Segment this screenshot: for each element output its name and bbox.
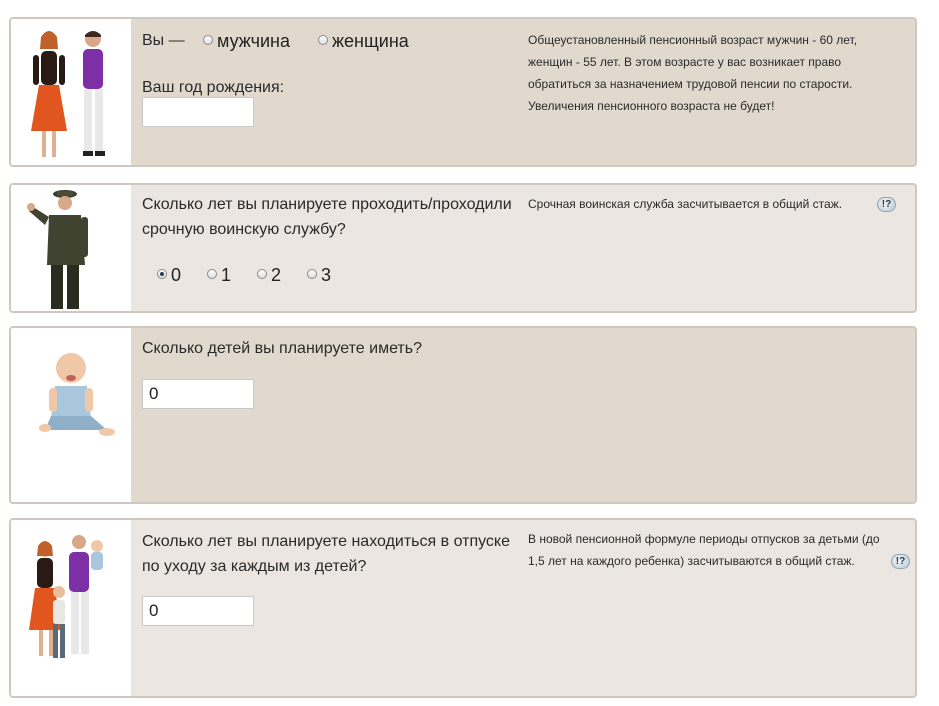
military-option-2[interactable]: 2 bbox=[257, 264, 281, 286]
gender-option-label: женщина bbox=[332, 30, 409, 51]
couple-photo bbox=[11, 19, 131, 165]
gender-option-female[interactable]: женщина bbox=[318, 30, 409, 52]
military-option-0[interactable]: 0 bbox=[157, 264, 181, 286]
family-photo bbox=[11, 520, 131, 696]
radio-button[interactable] bbox=[157, 269, 167, 280]
military-option-1[interactable]: 1 bbox=[207, 264, 231, 286]
radio-button[interactable] bbox=[318, 35, 328, 46]
military-service-card: Сколько лет вы планируете проходить/прох… bbox=[9, 183, 917, 313]
parental-leave-question: Сколько лет вы планируете находиться в о… bbox=[142, 533, 510, 575]
parental-leave-input[interactable] bbox=[142, 596, 254, 626]
retirement-age-note: Общеустановленный пенсионный возраст муж… bbox=[528, 33, 858, 113]
parental-leave-card: Сколько лет вы планируете находиться в о… bbox=[9, 518, 917, 698]
radio-button[interactable] bbox=[257, 269, 267, 280]
baby-photo bbox=[11, 328, 131, 502]
military-option-3[interactable]: 3 bbox=[307, 264, 331, 286]
military-question: Сколько лет вы планируете проходить/прох… bbox=[142, 196, 512, 238]
military-option-label: 3 bbox=[321, 264, 332, 285]
gender-option-male[interactable]: мужчина bbox=[203, 30, 290, 52]
children-count-question: Сколько детей вы планируете иметь? bbox=[142, 340, 422, 357]
help-icon[interactable]: !? bbox=[891, 554, 910, 569]
radio-button[interactable] bbox=[203, 35, 213, 46]
military-option-label: 0 bbox=[171, 264, 182, 285]
gender-birth-card: Вы — мужчина женщина Ваш год рождения: О… bbox=[9, 17, 917, 167]
military-service-note: Срочная воинская служба засчитывается в … bbox=[528, 197, 843, 211]
help-icon[interactable]: !? bbox=[877, 197, 896, 212]
military-option-label: 2 bbox=[271, 264, 282, 285]
children-count-input[interactable] bbox=[142, 379, 254, 409]
military-option-label: 1 bbox=[221, 264, 232, 285]
gender-prefix: Вы — bbox=[142, 32, 185, 49]
birth-year-input[interactable] bbox=[142, 97, 254, 127]
soldier-photo bbox=[11, 185, 131, 311]
gender-option-label: мужчина bbox=[217, 30, 291, 51]
parental-leave-note: В новой пенсионной формуле периоды отпус… bbox=[528, 532, 880, 568]
children-count-card: Сколько детей вы планируете иметь? bbox=[9, 326, 917, 504]
radio-button[interactable] bbox=[207, 269, 217, 280]
radio-button[interactable] bbox=[307, 269, 317, 280]
